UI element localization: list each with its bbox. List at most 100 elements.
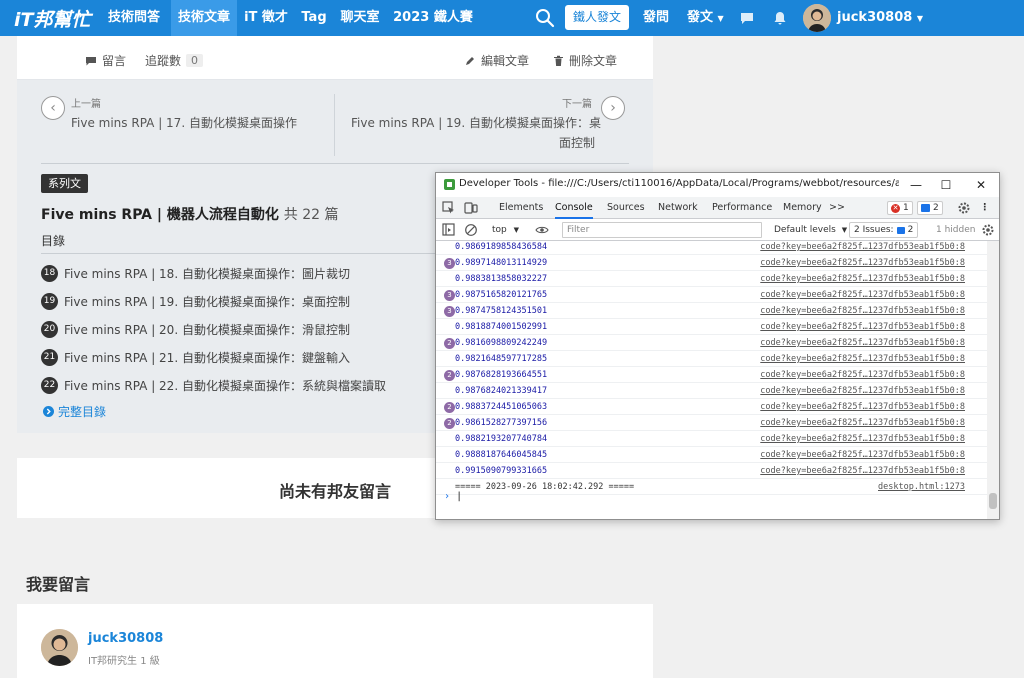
issues-count: 2 [907, 225, 914, 235]
issues-label: 2 Issues: [854, 225, 894, 235]
next-article-link[interactable]: Five mins RPA | 19. 自動化模擬桌面操作：桌 面控制 [351, 114, 601, 151]
next-arrow-icon[interactable]: › [601, 96, 625, 120]
series-title-text: Five mins RPA | 機器人流程自動化 [41, 207, 279, 223]
console-log-row: 2 0.9816098809242249 code?key=bee6a2f825f…… [436, 335, 987, 351]
inspect-element-icon[interactable] [442, 201, 456, 215]
tab-performance[interactable]: Performance [712, 197, 772, 219]
avatar[interactable] [41, 629, 78, 666]
chevron-down-icon: ▼ [841, 226, 848, 234]
minimize-button[interactable]: — [901, 175, 931, 195]
gear-icon[interactable] [957, 201, 971, 215]
console-log-row: 3 0.9874758124351501 code?key=bee6a2f825f…… [436, 303, 987, 319]
delete-article-button[interactable]: 刪除文章 [553, 52, 617, 69]
log-source-link[interactable]: code?key=bee6a2f825f…1237dfb53eab1f5b0:8 [760, 367, 965, 383]
nav-item-jobs[interactable]: iT 徵才 [240, 0, 292, 36]
close-button[interactable]: ✕ [966, 175, 996, 195]
log-source-link[interactable]: code?key=bee6a2f825f…1237dfb53eab1f5b0:8 [760, 463, 965, 479]
console-log-row: 2 0.9876828193664551 code?key=bee6a2f825f…… [436, 367, 987, 383]
log-source-link[interactable]: code?key=bee6a2f825f…1237dfb53eab1f5b0:8 [760, 271, 965, 287]
message-count-badge[interactable]: 2 [917, 201, 943, 215]
prev-arrow-icon[interactable]: ‹ [41, 96, 65, 120]
console-scrollbar[interactable] [987, 241, 999, 519]
tab-console[interactable]: Console [555, 197, 593, 219]
console-log-row: 2 0.9883724451065063 code?key=bee6a2f825f…… [436, 399, 987, 415]
log-source-link[interactable]: code?key=bee6a2f825f…1237dfb53eab1f5b0:8 [760, 303, 965, 319]
gear-icon[interactable] [981, 223, 995, 237]
post-dropdown[interactable]: 發文 ▼ [687, 0, 724, 36]
toc-item[interactable]: 22 Five mins RPA | 22. 自動化模擬桌面操作：系統與檔案讀取 [41, 377, 386, 394]
log-source-link[interactable]: code?key=bee6a2f825f…1237dfb53eab1f5b0:8 [760, 415, 965, 431]
nav-item-tag[interactable]: Tag [298, 0, 330, 36]
chat-icon[interactable] [739, 10, 755, 26]
log-source-link[interactable]: code?key=bee6a2f825f…1237dfb53eab1f5b0:8 [760, 319, 965, 335]
prev-article-link[interactable]: Five mins RPA | 17. 自動化模擬桌面操作 [71, 114, 297, 131]
kebab-menu-icon[interactable]: ⋮ [980, 197, 990, 219]
tab-elements[interactable]: Elements [499, 197, 543, 219]
devtools-title: Developer Tools - file:///C:/Users/cti11… [459, 178, 899, 189]
bell-icon[interactable] [772, 10, 788, 26]
clear-console-icon[interactable] [464, 223, 478, 237]
comment-user-rank: IT邦研究生 1 級 [88, 656, 160, 667]
console-log-row: 0.9882193207740784 code?key=bee6a2f825f…1… [436, 431, 987, 447]
filter-input[interactable]: Filter [562, 222, 762, 238]
track-link[interactable]: 追蹤數 0 [145, 52, 204, 69]
series-tag: 系列文 [41, 174, 88, 193]
log-source-link[interactable]: code?key=bee6a2f825f…1237dfb53eab1f5b0:8 [760, 241, 965, 255]
log-source-link[interactable]: code?key=bee6a2f825f…1237dfb53eab1f5b0:8 [760, 431, 965, 447]
log-source-link[interactable]: code?key=bee6a2f825f…1237dfb53eab1f5b0:8 [760, 399, 965, 415]
comment-link[interactable]: 留言 [85, 52, 126, 69]
tab-network[interactable]: Network [658, 197, 698, 219]
hidden-count: 1 hidden [936, 225, 976, 235]
eye-icon[interactable] [535, 223, 549, 237]
nav-item-ironman[interactable]: 2023 鐵人賽 [392, 0, 474, 36]
series-title[interactable]: Five mins RPA | 機器人流程自動化 共 22 篇 [41, 204, 338, 224]
comment-username[interactable]: juck30808 [88, 631, 163, 646]
log-value: 0.9875165820121765 [455, 290, 548, 300]
user-avatar[interactable] [803, 4, 831, 32]
nav-item-qa[interactable]: 技術問答 [102, 0, 166, 36]
console-prompt[interactable]: › | [444, 491, 462, 502]
log-source-link[interactable]: code?key=bee6a2f825f…1237dfb53eab1f5b0:8 [760, 335, 965, 351]
log-source-link[interactable]: code?key=bee6a2f825f…1237dfb53eab1f5b0:8 [760, 447, 965, 463]
sidebar-toggle-icon[interactable] [442, 223, 456, 237]
device-toolbar-icon[interactable] [464, 201, 478, 215]
divider [334, 94, 335, 156]
full-toc-link[interactable]: 完整目錄 [43, 403, 106, 420]
tab-memory[interactable]: Memory [783, 197, 822, 219]
user-menu[interactable]: juck30808 ▼ [837, 0, 923, 36]
log-value: 0.9816098809242249 [455, 338, 548, 348]
scrollbar-thumb[interactable] [989, 493, 997, 509]
devtools-titlebar[interactable]: Developer Tools - file:///C:/Users/cti11… [436, 173, 999, 197]
log-source-link[interactable]: code?key=bee6a2f825f…1237dfb53eab1f5b0:8 [760, 383, 965, 399]
ask-button[interactable]: 發問 [643, 0, 669, 36]
toc-item[interactable]: 21 Five mins RPA | 21. 自動化模擬桌面操作：鍵盤輸入 [41, 349, 350, 366]
log-source-link[interactable]: code?key=bee6a2f825f…1237dfb53eab1f5b0:8 [760, 351, 965, 367]
edit-article-button[interactable]: 編輯文章 [464, 52, 529, 69]
toc-item[interactable]: 20 Five mins RPA | 20. 自動化模擬桌面操作：滑鼠控制 [41, 321, 350, 338]
ironman-post-button[interactable]: 鐵人發文 [565, 5, 629, 30]
log-levels-dropdown[interactable]: Default levels ▼ [774, 219, 847, 241]
prev-label: 上一篇 [71, 99, 101, 110]
context-selector[interactable]: top ▼ [492, 219, 519, 241]
log-source-link[interactable]: code?key=bee6a2f825f…1237dfb53eab1f5b0:8 [760, 255, 965, 271]
search-icon[interactable] [535, 8, 555, 28]
repeat-count-badge: 2 [444, 370, 455, 381]
edit-label: 編輯文章 [481, 54, 530, 68]
toc-item[interactable]: 19 Five mins RPA | 19. 自動化模擬桌面操作：桌面控制 [41, 293, 350, 310]
log-source-link[interactable]: code?key=bee6a2f825f…1237dfb53eab1f5b0:8 [760, 287, 965, 303]
log-value: 0.9897148013114929 [455, 258, 548, 268]
log-source-link[interactable]: desktop.html:1273 [878, 479, 965, 495]
site-logo[interactable]: iT邦幫忙 [14, 5, 90, 32]
error-count-badge[interactable]: ✕ 1 [887, 201, 913, 215]
toc-item[interactable]: 18 Five mins RPA | 18. 自動化模擬桌面操作：圖片裁切 [41, 265, 350, 282]
issues-button[interactable]: 2 Issues: 2 [849, 222, 919, 238]
nav-item-articles[interactable]: 技術文章 [171, 0, 237, 36]
tab-sources[interactable]: Sources [607, 197, 645, 219]
more-tabs-button[interactable]: >> [829, 197, 845, 219]
leave-comment-heading: 我要留言 [26, 575, 91, 594]
divider [41, 163, 629, 164]
toc-number-badge: 21 [41, 349, 58, 366]
maximize-button[interactable]: ☐ [931, 175, 961, 195]
nav-item-chatroom[interactable]: 聊天室 [336, 0, 384, 36]
log-value: 0.9876824021339417 [455, 386, 548, 396]
